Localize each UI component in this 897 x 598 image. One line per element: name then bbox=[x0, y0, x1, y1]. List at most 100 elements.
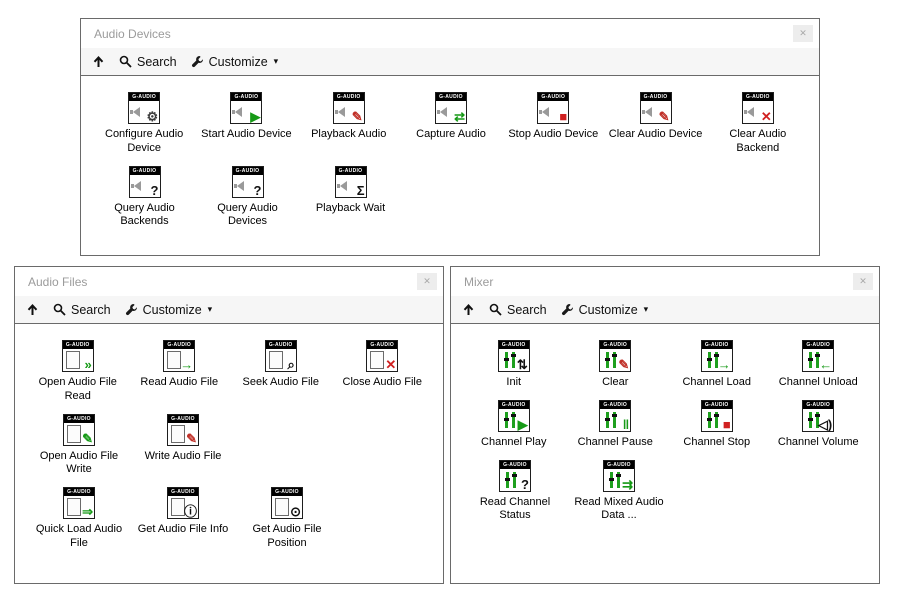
query-audio-devices-icon: G-AUDIO? bbox=[232, 166, 264, 198]
window-title: Mixer bbox=[464, 275, 853, 289]
icon-glyph-area: → bbox=[164, 349, 194, 371]
titlebar[interactable]: Audio Files ✕ bbox=[15, 267, 443, 296]
palette-grid: G-AUDIO⚙Configure Audio DeviceG-AUDIO▶St… bbox=[81, 76, 819, 245]
palette-item-channel-stop[interactable]: G-AUDIO■Channel Stop bbox=[666, 400, 768, 450]
icon-glyph-area: » bbox=[63, 349, 93, 371]
up-one-level-button[interactable] bbox=[462, 303, 475, 316]
customize-button[interactable]: Customize ▾ bbox=[191, 55, 279, 69]
clear-audio-device-icon: G-AUDIO✎ bbox=[640, 92, 672, 124]
palette-item-channel-unload[interactable]: G-AUDIO←Channel Unload bbox=[768, 340, 870, 390]
icon-glyph: ⇅ bbox=[517, 358, 528, 371]
palette-item-channel-play[interactable]: G-AUDIO▶Channel Play bbox=[463, 400, 565, 450]
icon-band-label: G-AUDIO bbox=[803, 341, 833, 349]
palette-row: G-AUDIO⚙Configure Audio DeviceG-AUDIO▶St… bbox=[93, 92, 809, 156]
icon-glyph: ■ bbox=[559, 110, 567, 123]
icon-band-label: G-AUDIO bbox=[641, 93, 671, 101]
palette-item-init[interactable]: G-AUDIO⇅Init bbox=[463, 340, 565, 390]
palette-item-write-audio-file[interactable]: G-AUDIO✎Write Audio File bbox=[131, 414, 235, 478]
wrench-icon bbox=[561, 303, 574, 316]
icon-glyph-area: ⓘ bbox=[168, 496, 198, 518]
icon-glyph-area: ⇉ bbox=[604, 469, 634, 491]
search-button[interactable]: Search bbox=[119, 55, 177, 69]
icon-band-label: G-AUDIO bbox=[604, 461, 634, 469]
icon-glyph: ⇄ bbox=[454, 110, 465, 123]
icon-glyph-area: ? bbox=[233, 175, 263, 197]
palette-item-stop-audio-device[interactable]: G-AUDIO■Stop Audio Device bbox=[502, 92, 604, 156]
icon-band-label: G-AUDIO bbox=[130, 167, 160, 175]
icon-glyph-area: ✕ bbox=[367, 349, 397, 371]
palette-item-query-audio-devices[interactable]: G-AUDIO?Query Audio Devices bbox=[196, 166, 299, 230]
palette-row: G-AUDIO»Open Audio File ReadG-AUDIO→Read… bbox=[27, 340, 433, 404]
palette-item-channel-pause[interactable]: G-AUDIO‖Channel Pause bbox=[565, 400, 667, 450]
up-arrow-icon bbox=[92, 55, 105, 68]
palette-item-read-channel-status[interactable]: G-AUDIO?Read Channel Status bbox=[463, 460, 567, 524]
customize-button[interactable]: Customize ▾ bbox=[125, 303, 213, 317]
icon-glyph: » bbox=[85, 358, 92, 371]
palette-item-seek-audio-file[interactable]: G-AUDIO⌕Seek Audio File bbox=[230, 340, 332, 404]
palette-item-clear-audio-backend[interactable]: G-AUDIO✕Clear Audio Backend bbox=[707, 92, 809, 156]
icon-glyph-area: ? bbox=[500, 469, 530, 491]
search-button[interactable]: Search bbox=[53, 303, 111, 317]
palette-item-open-audio-file-read[interactable]: G-AUDIO»Open Audio File Read bbox=[27, 340, 129, 404]
read-audio-file-icon: G-AUDIO→ bbox=[163, 340, 195, 372]
palette-item-channel-load[interactable]: G-AUDIO→Channel Load bbox=[666, 340, 768, 390]
customize-button[interactable]: Customize ▾ bbox=[561, 303, 649, 317]
icon-glyph: ✎ bbox=[352, 110, 363, 123]
up-one-level-button[interactable] bbox=[26, 303, 39, 316]
icon-glyph-area: ✎ bbox=[334, 101, 364, 123]
palette-item-start-audio-device[interactable]: G-AUDIO▶Start Audio Device bbox=[195, 92, 297, 156]
titlebar[interactable]: Mixer ✕ bbox=[451, 267, 879, 296]
palette-item-clear-audio-device[interactable]: G-AUDIO✎Clear Audio Device bbox=[604, 92, 706, 156]
icon-glyph: ✎ bbox=[618, 358, 629, 371]
up-one-level-button[interactable] bbox=[92, 55, 105, 68]
palette-item-read-mixed-audio-data[interactable]: G-AUDIO⇉Read Mixed Audio Data ... bbox=[567, 460, 671, 524]
palette-item-get-audio-file-position[interactable]: G-AUDIO⊙Get Audio File Position bbox=[235, 487, 339, 551]
palette-item-label: Get Audio File Info bbox=[138, 523, 229, 537]
get-audio-file-position-icon: G-AUDIO⊙ bbox=[271, 487, 303, 519]
icon-glyph-area: ■ bbox=[702, 409, 732, 431]
titlebar[interactable]: Audio Devices ✕ bbox=[81, 19, 819, 48]
palette-row: G-AUDIO?Query Audio BackendsG-AUDIO?Quer… bbox=[93, 166, 809, 230]
icon-glyph: ⌕ bbox=[287, 358, 294, 371]
write-audio-file-icon: G-AUDIO✎ bbox=[167, 414, 199, 446]
read-channel-status-icon: G-AUDIO? bbox=[499, 460, 531, 492]
palette-row: G-AUDIO?Read Channel StatusG-AUDIO⇉Read … bbox=[463, 460, 869, 524]
palette-item-label: Stop Audio Device bbox=[508, 128, 598, 142]
palette-item-read-audio-file[interactable]: G-AUDIO→Read Audio File bbox=[129, 340, 231, 404]
palette-item-label: Clear bbox=[602, 376, 628, 390]
palette-item-playback-wait[interactable]: G-AUDIOΣPlayback Wait bbox=[299, 166, 402, 230]
palette-item-playback-audio[interactable]: G-AUDIO✎Playback Audio bbox=[298, 92, 400, 156]
palette-item-configure-audio-device[interactable]: G-AUDIO⚙Configure Audio Device bbox=[93, 92, 195, 156]
icon-glyph-area: ✎ bbox=[64, 423, 94, 445]
palette-item-open-audio-file-write[interactable]: G-AUDIO✎Open Audio File Write bbox=[27, 414, 131, 478]
palette-item-query-audio-backends[interactable]: G-AUDIO?Query Audio Backends bbox=[93, 166, 196, 230]
chevron-down-icon: ▾ bbox=[208, 304, 213, 315]
search-button[interactable]: Search bbox=[489, 303, 547, 317]
palette-item-capture-audio[interactable]: G-AUDIO⇄Capture Audio bbox=[400, 92, 502, 156]
icon-band-label: G-AUDIO bbox=[336, 167, 366, 175]
open-audio-file-read-icon: G-AUDIO» bbox=[62, 340, 94, 372]
icon-glyph-area: ⚙ bbox=[129, 101, 159, 123]
palette-grid: G-AUDIO⇅Init G-AUDIO ✎ Clear G-AUDIO→Channel… bbox=[451, 324, 879, 539]
palette-item-get-audio-file-info[interactable]: G-AUDIOⓘGet Audio File Info bbox=[131, 487, 235, 551]
icon-band-label: G-AUDIO bbox=[272, 488, 302, 496]
init-icon: G-AUDIO⇅ bbox=[498, 340, 530, 372]
palette-item-clear[interactable]: G-AUDIO✎Clear bbox=[565, 340, 667, 390]
window-title: Audio Files bbox=[28, 275, 417, 289]
palette-item-channel-volume[interactable]: G-AUDIO◁)Channel Volume bbox=[768, 400, 870, 450]
close-icon[interactable]: ✕ bbox=[793, 25, 813, 42]
start-audio-device-icon: G-AUDIO▶ bbox=[230, 92, 262, 124]
wrench-icon bbox=[125, 303, 138, 316]
clear-audio-backend-icon: G-AUDIO✕ bbox=[742, 92, 774, 124]
icon-glyph-area: ▶ bbox=[499, 409, 529, 431]
channel-volume-icon: G-AUDIO◁) bbox=[802, 400, 834, 432]
palette-item-quick-load-audio-file[interactable]: G-AUDIO⇒Quick Load Audio File bbox=[27, 487, 131, 551]
icon-glyph-area: → bbox=[702, 349, 732, 371]
palette-item-label: Playback Audio bbox=[311, 128, 386, 142]
close-icon[interactable]: ✕ bbox=[417, 273, 437, 290]
close-icon[interactable]: ✕ bbox=[853, 273, 873, 290]
query-audio-backends-icon: G-AUDIO? bbox=[129, 166, 161, 198]
icon-glyph-area: ⇒ bbox=[64, 496, 94, 518]
icon-band-label: G-AUDIO bbox=[168, 415, 198, 423]
palette-item-close-audio-file[interactable]: G-AUDIO✕Close Audio File bbox=[332, 340, 434, 404]
